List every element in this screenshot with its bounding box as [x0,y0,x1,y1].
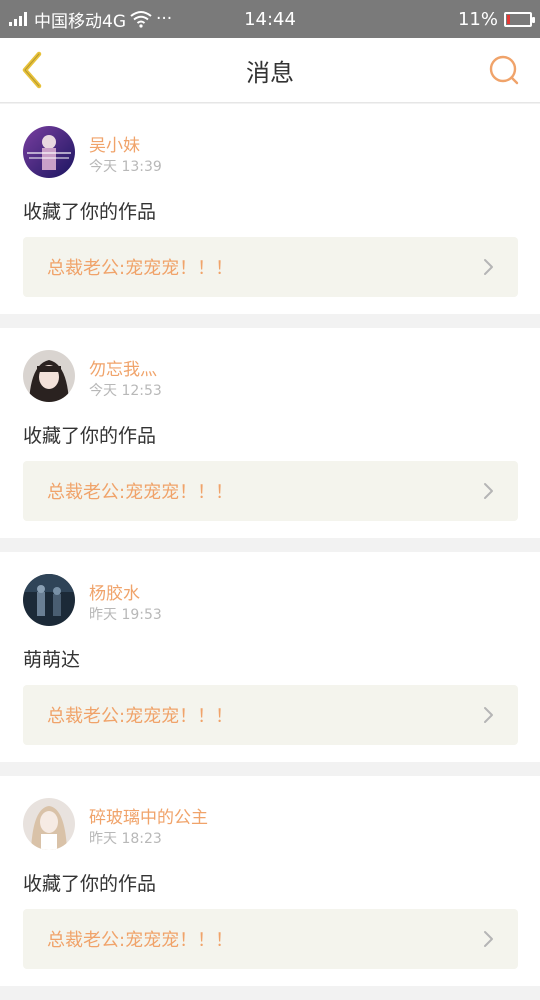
message-content: 收藏了你的作品 [23,425,157,447]
sender-name[interactable]: 勿忘我灬 [89,355,157,380]
work-title: 总裁老公:宠宠宠！！！ [47,706,234,727]
status-left: 中国移动4G ··· [8,0,172,38]
work-link[interactable]: 总裁老公:宠宠宠！！！ [23,909,518,969]
status-bar: 中国移动4G ··· 14:44 11% [0,0,540,38]
search-button[interactable] [486,52,522,88]
work-link[interactable]: 总裁老公:宠宠宠！！！ [23,685,518,745]
back-button[interactable] [12,50,52,90]
avatar[interactable] [23,798,75,850]
carrier-label: 中国移动4G [34,11,126,32]
chevron-right-icon [484,259,493,275]
chevron-right-icon [484,483,493,499]
message-time: 昨天 19:53 [89,607,162,623]
avatar[interactable] [23,126,75,178]
sender-name[interactable]: 碎玻璃中的公主 [89,803,208,828]
battery-percent: 11% [457,8,498,30]
work-title: 总裁老公:宠宠宠！！！ [47,482,234,503]
battery-icon [504,11,535,27]
wifi-icon [130,11,152,28]
message-content: 收藏了你的作品 [23,201,157,223]
more-dots: ··· [156,9,173,29]
avatar[interactable] [23,350,75,402]
chevron-left-icon [22,51,42,89]
status-right: 11% [457,0,535,38]
chevron-right-icon [484,931,493,947]
message-card: 碎玻璃中的公主 昨天 18:23 收藏了你的作品 总裁老公:宠宠宠！！！ [0,776,540,986]
message-content: 收藏了你的作品 [23,873,157,895]
work-title: 总裁老公:宠宠宠！！！ [47,258,234,279]
work-title: 总裁老公:宠宠宠！！！ [47,930,234,951]
message-time: 昨天 18:23 [89,831,162,847]
message-list: 吴小妹 今天 13:39 收藏了你的作品 总裁老公:宠宠宠！！！ 勿忘我灬 今天… [0,104,540,1000]
message-content: 萌萌达 [23,649,81,671]
message-time: 今天 13:39 [89,159,162,175]
page-title: 消息 [246,58,294,87]
message-card: 吴小妹 今天 13:39 收藏了你的作品 总裁老公:宠宠宠！！！ [0,104,540,314]
work-link[interactable]: 总裁老公:宠宠宠！！！ [23,237,518,297]
message-time: 今天 12:53 [89,383,162,399]
work-link[interactable]: 总裁老公:宠宠宠！！！ [23,461,518,521]
sender-name[interactable]: 杨胶水 [89,579,140,604]
message-card: 勿忘我灬 今天 12:53 收藏了你的作品 总裁老公:宠宠宠！！！ [0,328,540,538]
search-icon [489,55,519,85]
sender-name[interactable]: 吴小妹 [89,131,140,156]
signal-icon [9,12,27,26]
message-card: 杨胶水 昨天 19:53 萌萌达 总裁老公:宠宠宠！！！ [0,552,540,762]
avatar[interactable] [23,574,75,626]
chevron-right-icon [484,707,493,723]
nav-header: 消息 [0,38,540,103]
